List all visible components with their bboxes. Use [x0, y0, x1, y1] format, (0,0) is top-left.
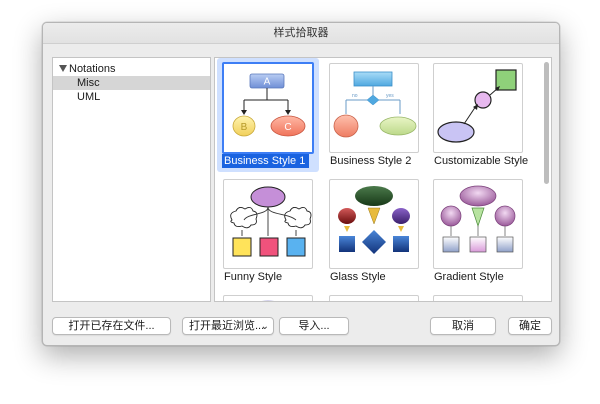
style-tile-label: Business Style 1 [222, 154, 310, 168]
style-tile-label: Customizable Style [434, 155, 529, 167]
open-recent-dropdown[interactable]: 打开最近浏览... ⌄ [182, 317, 274, 335]
notation-tree[interactable]: Notations Misc UML [52, 57, 211, 302]
style-tile-gradient[interactable]: Gradient Style [427, 174, 529, 288]
tree-item-misc[interactable]: Misc [53, 76, 210, 90]
style-tile-label: Funny Style [224, 271, 283, 283]
node-b-text: B [241, 122, 248, 133]
branch-yes-text: yes [386, 93, 394, 99]
style-tile-label: Business Style 2 [330, 155, 412, 167]
style-thumbnail: A B C [222, 62, 314, 154]
tree-item-uml[interactable]: UML [53, 90, 210, 104]
style-tile-business-1[interactable]: A B C Business Style 1 [217, 58, 319, 172]
style-thumbnail: no yes [329, 63, 419, 153]
style-thumbnail [433, 179, 523, 269]
ok-button[interactable]: 确定 [508, 317, 552, 335]
chevron-down-icon: ⌄ [260, 321, 269, 332]
style-tile-partial[interactable] [323, 290, 425, 301]
style-thumbnail [433, 63, 523, 153]
cancel-button[interactable]: 取消 [430, 317, 496, 335]
style-tile-label: Gradient Style [434, 271, 504, 283]
gallery-scrollbar[interactable] [544, 62, 549, 184]
disclosure-triangle-icon[interactable] [59, 65, 67, 72]
style-thumbnail [223, 295, 313, 301]
node-a-text: A [264, 77, 271, 88]
style-picker-window: 样式拾取器 Notations Misc UML A B C Business … [42, 22, 560, 346]
tree-item-notations[interactable]: Notations [53, 62, 210, 76]
open-recent-label: 打开最近浏览... [189, 320, 265, 332]
style-tile-glass[interactable]: Glass Style [323, 174, 425, 288]
style-tile-partial[interactable] [427, 290, 529, 301]
style-tile-partial[interactable] [217, 290, 319, 301]
window-title: 样式拾取器 [43, 23, 559, 44]
tree-item-label: Notations [69, 63, 116, 75]
style-thumbnail [433, 295, 523, 301]
node-c-text: C [284, 122, 291, 133]
tree-item-label: UML [77, 91, 101, 103]
branch-no-text: no [352, 93, 358, 99]
open-saved-file-button[interactable]: 打开已存在文件... [52, 317, 171, 335]
style-tile-funny[interactable]: Funny Style [217, 174, 319, 288]
style-thumbnail [329, 179, 419, 269]
tree-item-label: Misc [77, 77, 100, 89]
style-thumbnail [223, 179, 313, 269]
style-gallery[interactable]: A B C Business Style 1 no yes Business S… [214, 57, 552, 302]
style-tile-business-2[interactable]: no yes Business Style 2 [323, 58, 425, 172]
import-button[interactable]: 导入... [279, 317, 349, 335]
style-thumbnail [329, 295, 419, 301]
style-tile-customizable[interactable]: Customizable Style [427, 58, 529, 172]
style-tile-label: Glass Style [330, 271, 386, 283]
